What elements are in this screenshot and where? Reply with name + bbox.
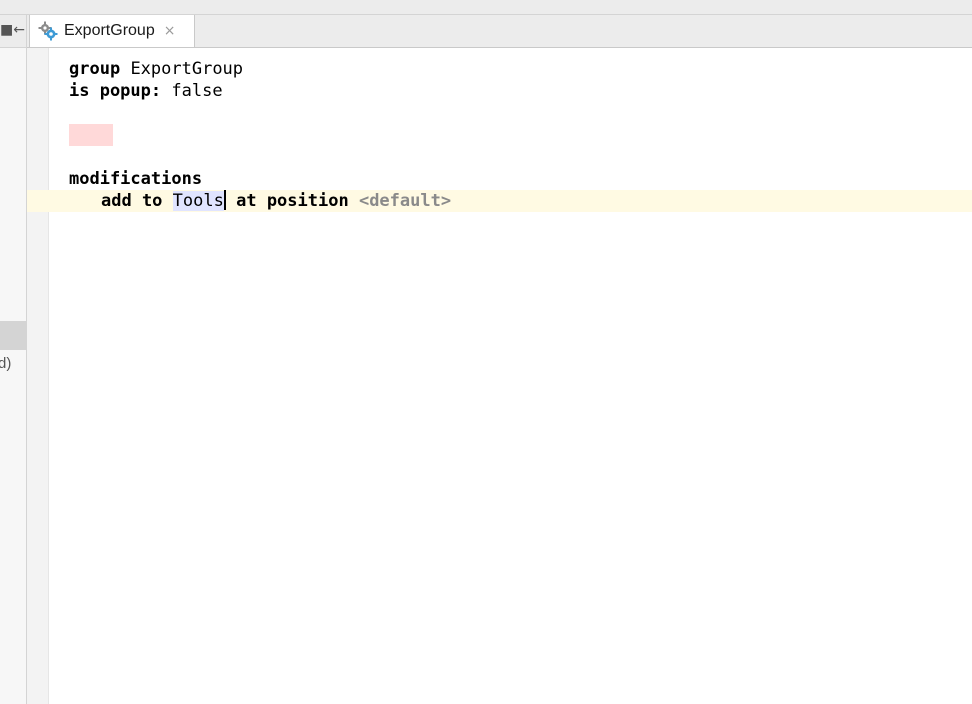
side-panel-header: ■← — [0, 15, 26, 48]
popup-value: false — [171, 81, 223, 101]
ide-window: ■← d) ExportGroup × group ExportGroup is… — [0, 0, 972, 704]
code-editor[interactable] — [49, 48, 972, 704]
side-panel: ■← d) — [0, 15, 27, 704]
group-name-value: ExportGroup — [130, 59, 244, 79]
tab-label: ExportGroup — [64, 22, 155, 39]
keyword-group: group — [69, 59, 121, 79]
default-position-placeholder: <default> — [358, 191, 452, 211]
close-icon[interactable]: × — [164, 23, 176, 39]
keyword-add-to: add to — [101, 191, 163, 211]
code-line-popup[interactable]: is popup: false — [69, 80, 223, 102]
top-bar — [0, 0, 972, 15]
keyword-at-position: at position — [236, 191, 349, 211]
keyword-modifications: modifications — [69, 169, 203, 189]
side-panel-selected-row[interactable] — [0, 321, 26, 350]
code-line-modifications[interactable]: modifications — [69, 168, 202, 190]
collapse-panel-icon[interactable]: ■← — [0, 22, 25, 38]
code-line-group[interactable]: group ExportGroup — [69, 58, 243, 80]
gear-icon — [38, 21, 58, 41]
editor-gutter — [27, 48, 49, 704]
text-caret — [223, 190, 226, 210]
keyword-is-popup: is popup: — [69, 81, 162, 101]
reference-tools[interactable]: Tools — [172, 191, 224, 211]
tab-exportgroup[interactable]: ExportGroup × — [29, 15, 195, 47]
code-line-add-to[interactable]: add to Tools at position <default> — [101, 190, 451, 212]
editor-tab-bar: ExportGroup × — [27, 15, 972, 48]
error-highlight[interactable] — [69, 124, 113, 146]
side-panel-cut-text: d) — [0, 355, 12, 372]
